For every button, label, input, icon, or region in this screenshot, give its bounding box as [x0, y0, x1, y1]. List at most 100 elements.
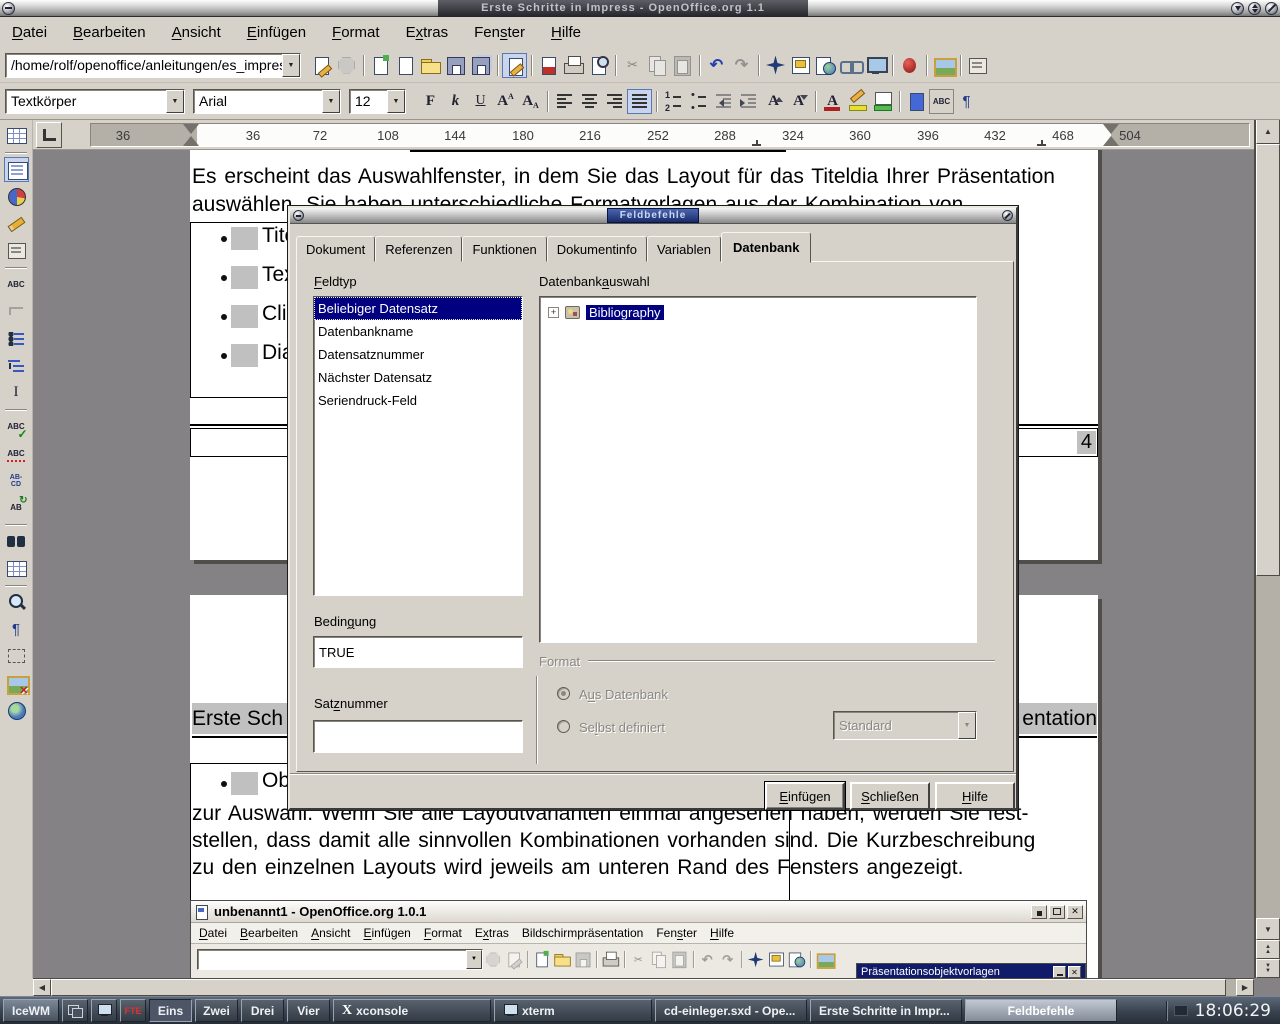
decrease-indent-icon[interactable]: [711, 89, 736, 114]
export-pdf-icon[interactable]: [536, 53, 561, 78]
window-list-button[interactable]: [62, 999, 88, 1022]
menu-hilfe[interactable]: Hilfe: [551, 24, 581, 41]
list-item[interactable]: Nächster Datensatz: [314, 366, 522, 389]
navigator-icon[interactable]: [763, 53, 788, 78]
list-item-selected[interactable]: Beliebiger Datensatz: [314, 297, 522, 320]
close-button[interactable]: [1265, 2, 1278, 15]
form-icon[interactable]: [4, 238, 29, 263]
fte-launcher-button[interactable]: FTE: [120, 999, 146, 1022]
record-icon[interactable]: [897, 53, 922, 78]
decrease-font-icon[interactable]: A: [786, 89, 811, 114]
undo-icon[interactable]: ↶: [704, 53, 729, 78]
menu-einfuegen[interactable]: Einfügen: [247, 24, 306, 41]
align-center-icon[interactable]: [577, 89, 602, 114]
selbst-definiert-radio[interactable]: [557, 720, 570, 733]
url-dropdown-icon[interactable]: ▼: [282, 54, 300, 77]
insert-graphics-icon[interactable]: [931, 53, 956, 78]
italic-icon[interactable]: k: [443, 89, 468, 114]
left-indent-marker[interactable]: [183, 124, 199, 146]
insert-fields-icon[interactable]: ABC: [4, 272, 29, 297]
superscript-icon[interactable]: A: [493, 89, 518, 114]
fullscreen-icon[interactable]: [863, 53, 888, 78]
tab-funktionen[interactable]: Funktionen: [462, 236, 546, 262]
edit-file-icon[interactable]: [309, 53, 334, 78]
direct-cursor-icon[interactable]: I: [4, 380, 29, 405]
next-page-button[interactable]: ▼ ▼: [1256, 959, 1280, 978]
schliessen-button[interactable]: Schließen: [850, 782, 930, 810]
font-size-combobox[interactable]: 12 ▼: [349, 89, 406, 114]
nonprinting-icon[interactable]: ¶: [4, 617, 29, 642]
align-left-icon[interactable]: [552, 89, 577, 114]
open-icon[interactable]: [418, 53, 443, 78]
underline-icon[interactable]: U: [468, 89, 493, 114]
stylist-icon[interactable]: [788, 53, 813, 78]
minimize-button[interactable]: [1231, 2, 1244, 15]
scroll-down-button[interactable]: ▼: [1256, 918, 1280, 940]
font-dropdown-icon[interactable]: ▼: [322, 90, 340, 113]
form-functions-icon[interactable]: [965, 53, 990, 78]
increase-indent-icon[interactable]: [736, 89, 761, 114]
tab-dokumentinfo[interactable]: Dokumentinfo: [547, 236, 647, 262]
horizontal-scrollbar[interactable]: ◀ ▶: [33, 978, 1254, 996]
align-right-icon[interactable]: [602, 89, 627, 114]
menu-fenster[interactable]: Fenster: [474, 24, 525, 41]
task-cd-einleger[interactable]: cd-einleger.sxd - Ope...: [655, 999, 807, 1022]
list-item[interactable]: Datensatznummer: [314, 343, 522, 366]
paragraph-dialog-icon[interactable]: [904, 89, 929, 114]
vertical-scroll-thumb[interactable]: [1256, 144, 1280, 576]
aus-datenbank-radio[interactable]: [557, 687, 570, 700]
print-icon[interactable]: [561, 53, 586, 78]
online-layout-icon[interactable]: [4, 698, 29, 723]
new-document-icon[interactable]: [393, 53, 418, 78]
feldtyp-listbox[interactable]: Beliebiger Datensatz Datenbankname Daten…: [313, 296, 523, 596]
bold-icon[interactable]: F: [418, 89, 443, 114]
tab-type-button[interactable]: [36, 122, 62, 148]
select-mode-icon[interactable]: [4, 644, 29, 669]
find-replace-icon[interactable]: [4, 529, 29, 554]
new-from-template-icon[interactable]: [368, 53, 393, 78]
tree-row[interactable]: + Bibliography: [540, 297, 976, 320]
workspace-drei[interactable]: Drei: [241, 999, 284, 1022]
cut-icon[interactable]: ✂: [620, 53, 645, 78]
bedingung-input[interactable]: TRUE: [313, 636, 523, 668]
format-dropdown[interactable]: Standard ▼: [833, 711, 977, 740]
tab-referenzen[interactable]: Referenzen: [375, 236, 462, 262]
scroll-up-button[interactable]: ▲: [1256, 118, 1280, 144]
aus-datenbank-label[interactable]: Aus Datenbank: [579, 687, 668, 702]
redo-icon[interactable]: ↷: [729, 53, 754, 78]
font-name-combobox[interactable]: Arial ▼: [193, 89, 341, 114]
previous-page-button[interactable]: ▲ ▲: [1256, 940, 1280, 959]
task-xterm[interactable]: xterm: [494, 999, 652, 1022]
dialog-close-button[interactable]: [1002, 210, 1013, 221]
graphics-on-off-icon[interactable]: [4, 671, 29, 696]
draw-functions-icon[interactable]: [4, 211, 29, 236]
tab-dokument[interactable]: Dokument: [296, 236, 375, 262]
numbering-on-off-icon[interactable]: [4, 353, 29, 378]
menu-format[interactable]: Format: [332, 24, 380, 41]
show-desktop-button[interactable]: [91, 999, 117, 1022]
horizontal-scroll-thumb[interactable]: [51, 979, 1226, 996]
zoom-icon[interactable]: [4, 590, 29, 615]
data-sources-icon[interactable]: [4, 556, 29, 581]
copy-icon[interactable]: [645, 53, 670, 78]
style-dropdown-icon[interactable]: ▼: [166, 90, 184, 113]
menu-extras[interactable]: Extras: [406, 24, 449, 41]
edit-mode-icon[interactable]: [502, 53, 527, 78]
list-item[interactable]: Seriendruck-Feld: [314, 389, 522, 412]
background-color-icon[interactable]: [870, 89, 895, 114]
workspace-eins[interactable]: Eins: [149, 999, 192, 1022]
bullets-icon[interactable]: [686, 89, 711, 114]
satznummer-input[interactable]: [313, 720, 523, 753]
database-tree[interactable]: + Bibliography: [539, 296, 977, 643]
scroll-left-button[interactable]: ◀: [33, 979, 51, 996]
menu-ansicht[interactable]: Ansicht: [172, 24, 221, 41]
tab-variablen[interactable]: Variablen: [647, 236, 721, 262]
workspace-vier[interactable]: Vier: [287, 999, 330, 1022]
insert-object-icon[interactable]: [4, 299, 29, 324]
menu-bearbeiten[interactable]: Bearbeiten: [73, 24, 146, 41]
stop-loading-icon[interactable]: [334, 53, 359, 78]
auto-spellcheck-icon[interactable]: ABC: [4, 441, 29, 466]
hilfe-button[interactable]: Hilfe: [935, 782, 1015, 810]
thesaurus-icon[interactable]: AB- CD: [4, 468, 29, 493]
character-dialog-icon[interactable]: ABC: [929, 89, 954, 114]
